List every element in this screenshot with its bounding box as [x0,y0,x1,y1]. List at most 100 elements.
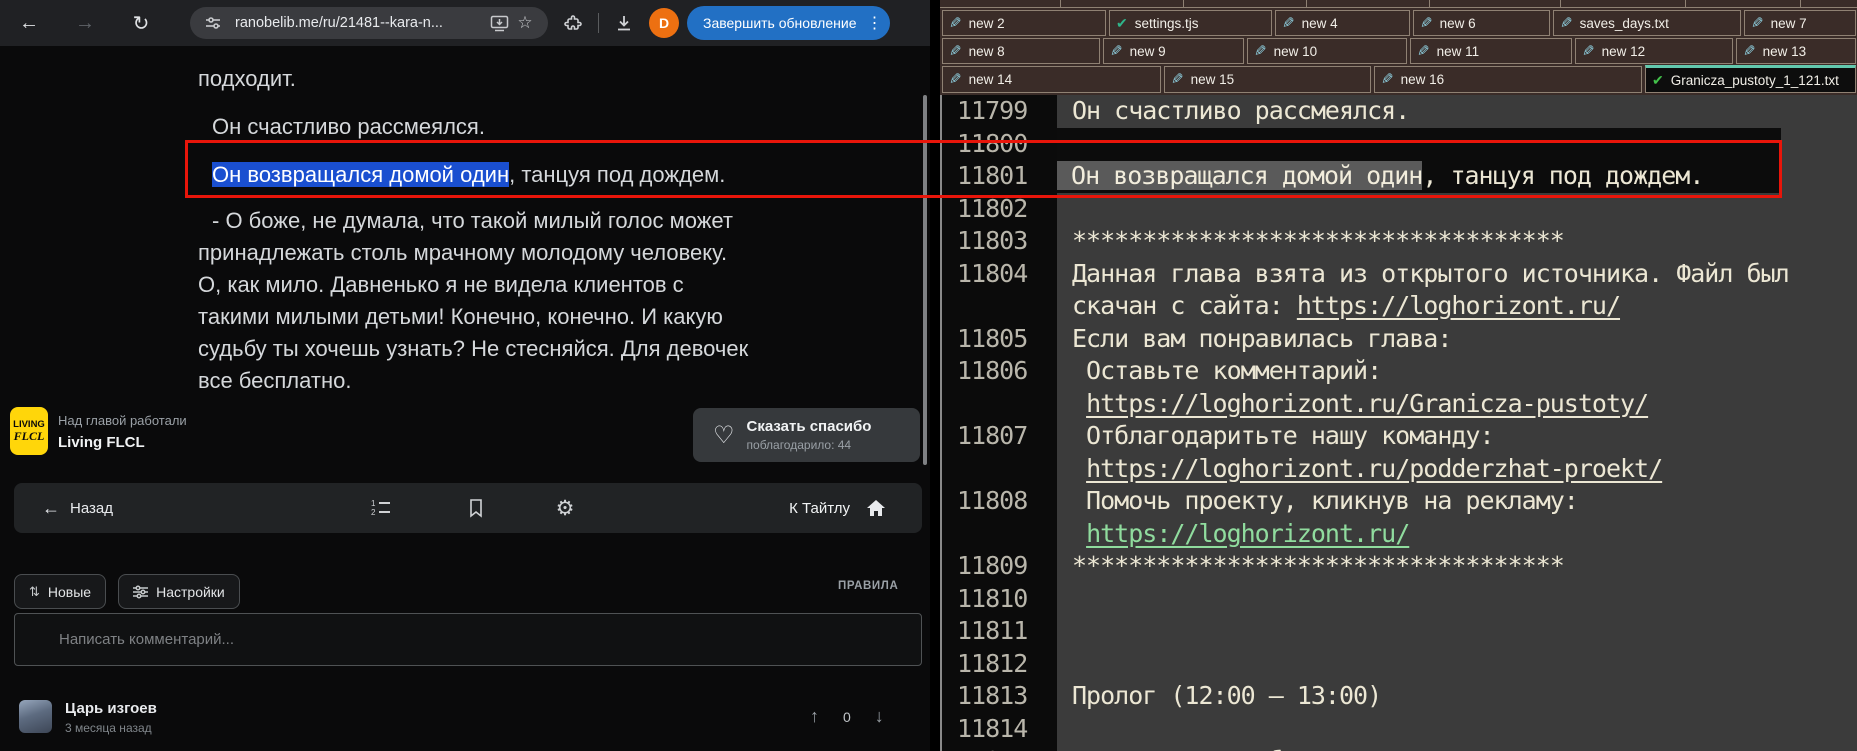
credits-label: Над главой работали [58,413,187,428]
bookmark-icon[interactable] [464,496,488,520]
heart-icon: ♡ [713,421,735,449]
modified-pencil-icon: ✎ [1381,71,1394,88]
thanks-count: поблагодарило: 44 [746,438,852,452]
editor-line: 11810 [957,583,1028,613]
paragraph-line: принадлежать столь мрачному молодому чел… [198,240,728,265]
forward-icon[interactable]: → [68,6,102,40]
toolbar-right-cluster: D Завершить обновление ⋮ [556,0,891,46]
paragraph-line: все бесплатно. [198,368,352,393]
profile-avatar[interactable]: D [649,8,679,38]
tab-new-12[interactable]: ✎ new 12 [1575,38,1733,64]
site-settings-icon[interactable] [200,14,226,32]
editor-tab-bar: ✎ new 2 ✔ settings.tjs ✎ new 4 ✎ new 6 ✎ save… [940,0,1857,95]
install-icon[interactable] [486,15,512,32]
editor-line: 11805 Если вам понравилась глава: [957,323,1452,353]
reader-scrollbar-thumb[interactable] [923,95,927,465]
tab-new-6[interactable]: ✎ new 6 [1413,10,1550,36]
tab-row-3: ✎ new 14 ✎ new 15 ✎ new 16 ✔ Granicza_pustot… [940,64,1857,93]
editor-line-wrap: скачан с сайта: https://loghorizont.ru/ [1072,291,1621,320]
tab-new-16[interactable]: ✎ new 16 [1374,66,1642,93]
downvote-icon[interactable]: ↓ [875,706,884,727]
highlighted-sentence: Он возвращался домой один, танцуя под до… [212,162,726,187]
tab-new-7[interactable]: ✎ new 7 [1744,10,1856,36]
svg-text:1: 1 [371,499,376,508]
selected-text: Он возвращался домой один [212,162,510,187]
editor-line-wrap: https://loghorizont.ru/podderzhat-proekt… [942,453,1857,486]
modified-pencil-icon: ✎ [1743,42,1756,60]
commenter-name[interactable]: Царь изгоев [65,700,157,717]
sort-arrows-icon: ⇅ [29,583,40,599]
comments-controls: ⇅ Новые Настройки [14,574,252,609]
rules-button[interactable]: ПРАВИЛА [838,580,898,592]
modified-pencil-icon: ✎ [1171,71,1184,88]
saved-check-icon: ✔ [1116,15,1128,31]
editor-line: 11804 Данная глава взята из открытого ист… [957,258,1790,288]
tab-row-1: ✎ new 2 ✔ settings.tjs ✎ new 4 ✎ new 6 ✎ save… [940,8,1857,36]
comment-input[interactable] [15,614,965,665]
editor-line: 11811 [957,616,1028,645]
browser-toolbar: ← → ↻ ranobelib.me/ru/21481--kara-n... ☆… [0,0,930,46]
tab-saves-days-txt[interactable]: ✎ saves_days.txt [1553,10,1741,36]
chapter-nav-bar: ← Назад 1 2 ⚙ К Тайтлу [14,483,922,533]
modified-pencil-icon: ✎ [1110,42,1123,60]
to-title-button[interactable]: К Тайтлу [789,483,886,533]
tab-settings-tjs[interactable]: ✔ settings.tjs [1109,10,1272,36]
sort-comments-button[interactable]: ⇅ Новые [14,574,107,609]
tab-new-9[interactable]: ✎ new 9 [1103,38,1244,64]
finish-update-button[interactable]: Завершить обновление ⋮ [687,6,891,40]
link-text[interactable]: https://loghorizont.ru/podderzhat-proekt… [1086,454,1663,483]
menu-kebab-icon[interactable]: ⋮ [866,13,882,33]
tab-new-4[interactable]: ✎ new 4 [1275,10,1410,36]
back-arrow-icon: ← [42,497,60,518]
comment-votes: ↑ 0 ↓ [810,706,884,727]
tab-new-15[interactable]: ✎ new 15 [1164,66,1371,93]
commenter-avatar[interactable] [19,700,52,733]
home-icon [867,500,885,516]
editor-line: 11809 *********************************** [957,551,1565,580]
say-thanks-button[interactable]: ♡ Сказать спасибо поблагодарило: 44 [693,408,920,462]
bookmark-star-icon[interactable]: ☆ [512,13,538,33]
editor-text-area[interactable]: 11799 Он счастливо рассмеялся. 11800 1180… [940,95,1857,751]
tab-new-11[interactable]: ✎ new 11 [1410,38,1572,64]
editor-line-selected: 11801 Он возвращался домой один, танцуя … [957,161,1704,190]
credits-team-name[interactable]: Living FLCL [58,434,187,451]
downloads-icon[interactable] [607,6,641,40]
modified-pencil-icon: ✎ [1282,14,1295,32]
tab-new-14[interactable]: ✎ new 14 [942,66,1161,93]
link-text[interactable]: https://loghorizont.ru/Granicza-pustoty/ [1086,389,1649,418]
paragraph-line: - О боже, не думала, что такой милый гол… [212,208,733,233]
editor-line: 11812 [957,648,1028,678]
editor-line: 11799 Он счастливо рассмеялся. [957,96,1410,125]
modified-pencil-icon: ✎ [1254,42,1267,60]
url-text: ranobelib.me/ru/21481--kara-n... [235,15,443,31]
tab-new-10[interactable]: ✎ new 10 [1247,38,1407,64]
comment-time: 3 месяца назад [65,721,152,735]
upvote-icon[interactable]: ↑ [810,706,819,727]
reload-icon[interactable]: ↻ [124,6,158,40]
back-to-chapter-button[interactable]: ← Назад [42,498,113,519]
paragraph-line: такими милыми детьми! Конечно, конечно. … [198,304,723,329]
modified-pencil-icon: ✎ [949,42,962,60]
modified-pencil-icon: ✎ [1751,14,1764,32]
reader-settings-gear-icon[interactable]: ⚙ [553,496,577,520]
hidden-tab-row-edge [940,0,1857,8]
address-bar[interactable]: ranobelib.me/ru/21481--kara-n... ☆ [190,7,548,39]
modified-pencil-icon: ✎ [1417,42,1430,60]
extensions-icon[interactable] [556,6,590,40]
back-icon[interactable]: ← [12,6,46,40]
editor-selection: Он возвращался домой один [1057,161,1423,190]
team-logo[interactable]: LIVING FLCL [10,407,48,455]
tab-new-2[interactable]: ✎ new 2 [942,10,1106,36]
tab-new-8[interactable]: ✎ new 8 [942,38,1100,64]
chapter-list-icon[interactable]: 1 2 [369,496,393,520]
link-text[interactable]: https://loghorizont.ru/ [1297,291,1621,320]
modified-pencil-icon: ✎ [1560,14,1573,32]
link-text-green[interactable]: https://loghorizont.ru/ [1086,519,1410,548]
paragraph-line: подходит. [198,66,296,91]
comment-input-wrap [14,613,965,666]
finish-update-label: Завершить обновление [703,15,857,31]
tab-granicza-pustoty-active[interactable]: ✔ Granicza_pustoty_1_121.txt [1645,65,1856,93]
editor-line: 11808 Помочь проекту, кликнув на рекламу… [957,486,1579,515]
tab-new-13[interactable]: ✎ new 13 [1736,38,1856,64]
comments-settings-button[interactable]: Настройки [118,574,240,609]
